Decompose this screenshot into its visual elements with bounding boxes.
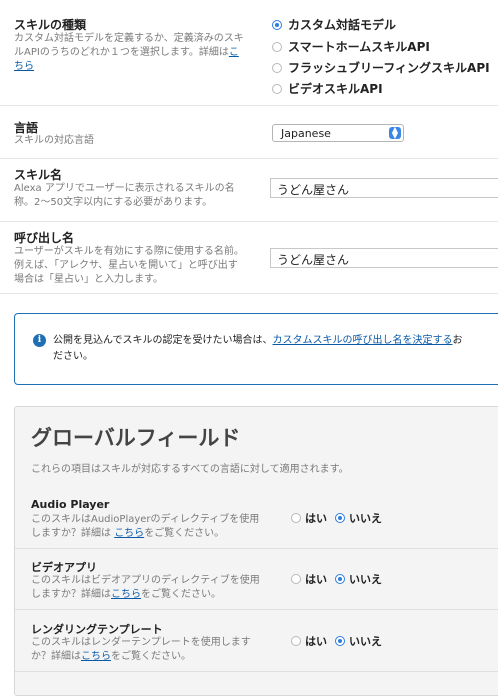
skill-type-description: カスタム対話モデルを定義するか、定義済みのスキ ルAPIのうちのどれか１つを選択… — [14, 33, 244, 72]
select-chevron-icon: ▲ ▼ — [389, 126, 401, 140]
info-notice: i 公開を見込んでスキルの認定を受けたい場合は、カスタムスキルの呼び出し名を決定… — [14, 313, 498, 385]
radio-icon[interactable] — [272, 41, 282, 52]
language-description: スキルの対応言語 — [14, 135, 94, 146]
skill-name-label: スキル名 — [14, 168, 63, 182]
audio-player-description: このスキルはAudioPlayerのディレクティブを使用 しますか？詳細は こち… — [31, 514, 260, 539]
render-template-details-link[interactable]: こちら — [81, 651, 111, 662]
video-app-details-link[interactable]: こちら — [111, 589, 141, 600]
audio-player-label: Audio Player — [31, 498, 110, 511]
divider — [15, 671, 498, 672]
language-select[interactable]: Japanese ▲ ▼ — [272, 124, 404, 142]
skill-type-option-video[interactable]: ビデオスキルAPI — [272, 80, 383, 97]
skill-type-option-smarthome[interactable]: スマートホームスキルAPI — [272, 38, 430, 55]
skill-name-description: Alexa アプリでユーザーに表示されるスキルの名 称。2〜50文字以内にする必… — [14, 183, 235, 208]
no-label[interactable]: いいえ — [349, 633, 382, 649]
yes-label[interactable]: はい — [305, 571, 327, 587]
yes-label[interactable]: はい — [305, 510, 327, 526]
global-fields-title: グローバルフィールド — [31, 426, 241, 450]
info-icon: i — [33, 334, 46, 347]
yes-label[interactable]: はい — [305, 633, 327, 649]
radio-no-selected-icon[interactable] — [335, 574, 345, 584]
audio-player-toggle: はい いいえ — [291, 510, 382, 526]
invocation-name-description: ユーザーがスキルを有効にする際に使用する名前。 例えば、「アレクサ、星占いを開い… — [14, 246, 244, 285]
divider — [0, 158, 498, 159]
radio-icon[interactable] — [272, 83, 282, 94]
divider — [0, 293, 498, 294]
divider — [0, 221, 498, 222]
no-label[interactable]: いいえ — [349, 571, 382, 587]
notice-text: 公開を見込んでスキルの認定を受けたい場合は、カスタムスキルの呼び出し名を決定する… — [53, 335, 463, 362]
skill-type-option-custom[interactable]: カスタム対話モデル — [272, 16, 396, 33]
radio-no-selected-icon[interactable] — [335, 636, 345, 646]
video-app-toggle: はい いいえ — [291, 571, 382, 587]
no-label[interactable]: いいえ — [349, 510, 382, 526]
render-template-label: レンダリングテンプレート — [31, 623, 163, 636]
radio-no-selected-icon[interactable] — [335, 513, 345, 523]
invocation-name-input[interactable]: うどん屋さん — [270, 248, 498, 268]
render-template-toggle: はい いいえ — [291, 633, 382, 649]
radio-yes-icon[interactable] — [291, 574, 301, 584]
radio-yes-icon[interactable] — [291, 636, 301, 646]
video-app-description: このスキルはビデオアプリのディレクティブを使用 しますか？詳細はこちらをご覧くだ… — [31, 575, 260, 600]
video-app-label: ビデオアプリ — [31, 561, 97, 574]
radio-icon[interactable] — [272, 62, 282, 73]
details-link[interactable]: こ — [229, 47, 239, 58]
radio-selected-icon[interactable] — [272, 19, 282, 30]
skill-name-input[interactable]: うどん屋さん — [270, 178, 498, 198]
global-fields-description: これらの項目はスキルが対応するすべての言語に対して適用されます。 — [31, 464, 349, 475]
invocation-name-guide-link[interactable]: カスタムスキルの呼び出し名を決定する — [273, 335, 453, 346]
render-template-description: このスキルはレンダーテンプレートを使用します か？詳細はこちらをご覧ください。 — [31, 637, 251, 662]
skill-type-option-flashbriefing[interactable]: フラッシュブリーフィングスキルAPI — [272, 59, 490, 76]
divider — [0, 105, 498, 106]
skill-type-label: スキルの種類 — [14, 18, 87, 32]
radio-yes-icon[interactable] — [291, 513, 301, 523]
global-fields-panel: グローバルフィールド これらの項目はスキルが対応するすべての言語に対して適用され… — [14, 406, 498, 696]
invocation-name-label: 呼び出し名 — [14, 231, 75, 245]
divider — [15, 548, 498, 549]
divider — [15, 609, 498, 610]
details-link-cont[interactable]: ちら — [14, 61, 34, 72]
audio-player-details-link[interactable]: こちら — [114, 528, 144, 539]
